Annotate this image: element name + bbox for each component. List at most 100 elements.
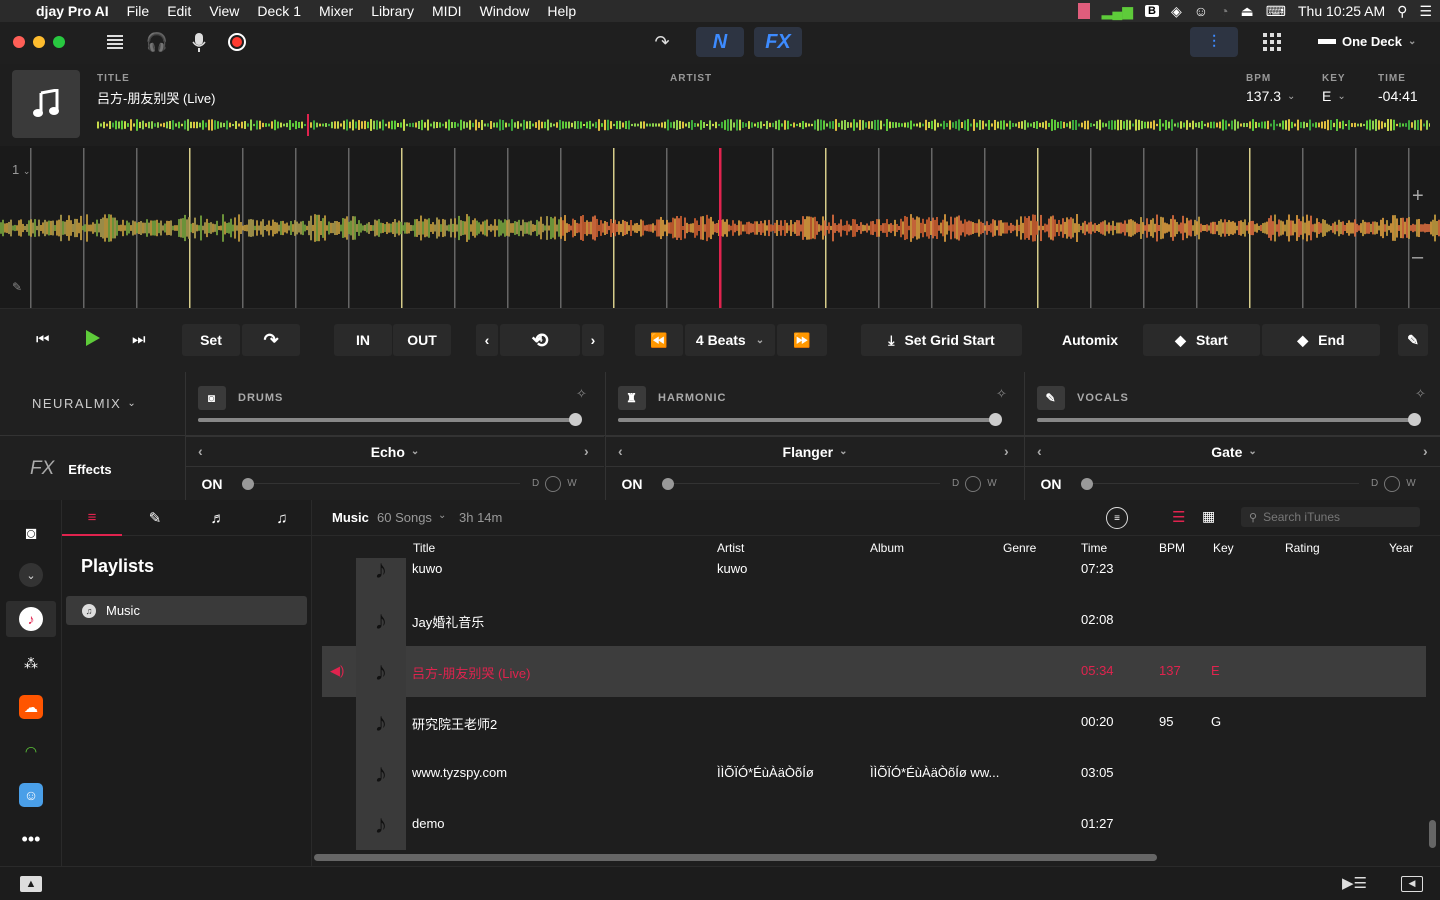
col-artist[interactable]: Artist xyxy=(717,541,744,555)
finder-icon[interactable]: ☺ xyxy=(19,783,43,807)
more-sources-icon[interactable]: ••• xyxy=(19,827,43,851)
dry-wet-knob-icon[interactable] xyxy=(1384,475,1401,492)
signal-bars-icon[interactable]: ▂▄▆ xyxy=(1102,3,1133,20)
stem-harmonic-icon[interactable]: ♜ xyxy=(618,386,646,410)
table-row[interactable]: ♪ Jay婚礼音乐 02:08 xyxy=(322,595,1426,646)
grid-view-icon[interactable] xyxy=(1262,32,1282,52)
headphones-icon[interactable]: 🎧 xyxy=(146,32,168,52)
song-count-selector[interactable]: 60 Songs ⌄ xyxy=(377,510,446,525)
loop-increase-button[interactable]: › xyxy=(582,324,604,356)
beat-jump-length-selector[interactable]: 4 Beats ⌄ xyxy=(685,324,775,356)
neuralmix-selector[interactable]: NEURALMIX ⌄ xyxy=(32,396,137,411)
vertical-scrollbar[interactable] xyxy=(1429,820,1436,848)
close-window-icon[interactable] xyxy=(13,36,25,48)
col-key[interactable]: Key xyxy=(1213,541,1234,555)
redo-icon[interactable]: ↷ xyxy=(650,32,674,52)
menubar-clock[interactable]: Thu 10:25 AM xyxy=(1298,3,1385,19)
menu-file[interactable]: File xyxy=(127,3,150,19)
menu-help[interactable]: Help xyxy=(547,3,576,19)
loop-toggle-button[interactable]: ⟲ 4 xyxy=(500,324,580,356)
stem-volume-knob[interactable] xyxy=(1408,413,1421,426)
microphone-icon[interactable] xyxy=(189,32,209,52)
queue-icon[interactable]: ▶☰ xyxy=(1342,874,1367,892)
main-waveform[interactable] xyxy=(0,146,1440,308)
playhead[interactable] xyxy=(719,148,722,308)
camera-icon[interactable]: ◙ xyxy=(19,521,43,545)
menu-mixer[interactable]: Mixer xyxy=(319,3,353,19)
fx-on-button[interactable]: ON xyxy=(192,476,232,492)
minimize-window-icon[interactable] xyxy=(33,36,45,48)
stem-volume-knob[interactable] xyxy=(569,413,582,426)
menu-window[interactable]: Window xyxy=(480,3,530,19)
status-flag-icon[interactable] xyxy=(1077,3,1090,19)
edit-pencil-button[interactable]: ✎ xyxy=(1398,324,1428,356)
menu-view[interactable]: View xyxy=(209,3,239,19)
menu-deck[interactable]: Deck 1 xyxy=(257,3,301,19)
beatport-icon[interactable]: ◠ xyxy=(19,739,43,763)
col-bpm[interactable]: BPM xyxy=(1159,541,1185,555)
b-app-icon[interactable]: B xyxy=(1145,5,1159,17)
tab-albums[interactable]: ♬ xyxy=(188,500,248,536)
neural-mix-n-button[interactable]: N xyxy=(696,27,744,57)
edit-grid-pencil-icon[interactable]: ✎ xyxy=(12,280,22,294)
overview-waveform[interactable] xyxy=(97,112,1430,138)
filter-icon[interactable]: ≡ xyxy=(1106,507,1128,529)
fx-name[interactable]: Gate xyxy=(1211,444,1242,460)
horizontal-scrollbar[interactable] xyxy=(314,854,1157,861)
table-row[interactable]: ◀) ♪ 吕方-朋友别哭 (Live) 05:34 137 E xyxy=(322,646,1426,697)
dry-wet-knob-icon[interactable] xyxy=(965,475,982,492)
playlist-item-music[interactable]: ♫ Music xyxy=(66,596,307,625)
loop-decrease-button[interactable]: ‹ xyxy=(476,324,498,356)
automix-start-button[interactable]: ◆ Start xyxy=(1143,324,1260,356)
col-genre[interactable]: Genre xyxy=(1003,541,1036,555)
menu-edit[interactable]: Edit xyxy=(167,3,191,19)
stem-volume-slider[interactable] xyxy=(1037,413,1421,426)
grid-toggle-icon[interactable]: ▦ xyxy=(1202,508,1215,525)
fx-next-icon[interactable]: › xyxy=(1004,443,1009,459)
stem-volume-slider[interactable] xyxy=(198,413,582,426)
automix-end-button[interactable]: ◆ End xyxy=(1262,324,1380,356)
menu-midi[interactable]: MIDI xyxy=(432,3,462,19)
stem-volume-slider[interactable] xyxy=(618,413,1002,426)
music-app-icon[interactable]: ♪ xyxy=(19,607,43,631)
waveform-view-button[interactable]: ⫶ xyxy=(1190,27,1238,57)
menu-app-name[interactable]: djay Pro AI xyxy=(36,3,109,19)
set-cue-button[interactable]: Set xyxy=(182,324,240,356)
fx-button[interactable]: FX xyxy=(754,27,802,57)
fx-name[interactable]: Echo xyxy=(371,444,405,460)
notification-center-icon[interactable]: ☰ xyxy=(1419,3,1432,20)
zoom-window-icon[interactable] xyxy=(53,36,65,48)
tab-genres[interactable]: ♫ xyxy=(252,500,312,536)
clock-icon[interactable]: ◔ xyxy=(1220,3,1228,19)
bpm-selector[interactable]: 137.3 ⌄ xyxy=(1246,88,1295,104)
key-selector[interactable]: E ⌄ xyxy=(1322,88,1346,104)
table-row[interactable]: ♪ kuwo kuwo 07:23 xyxy=(322,558,1426,595)
input-method-icon[interactable]: ⌨ xyxy=(1266,3,1286,20)
fx-on-button[interactable]: ON xyxy=(612,476,652,492)
zoom-out-icon[interactable]: – xyxy=(1412,246,1423,269)
col-year[interactable]: Year xyxy=(1389,541,1413,555)
loop-in-button[interactable]: IN xyxy=(334,324,392,356)
dry-wet-knob-icon[interactable] xyxy=(545,475,562,492)
fx-amount-knob[interactable] xyxy=(1081,477,1093,490)
eject-icon[interactable]: ⏏ xyxy=(1241,3,1254,20)
table-row[interactable]: ♪ www.tyzspy.com ÌÌÕÏÓ*ÉùÀäÒõÍø ÌÌÕÏÓ*Éù… xyxy=(322,748,1426,799)
table-row[interactable]: ♪ demo 01:27 xyxy=(322,799,1426,850)
play-button[interactable] xyxy=(84,328,104,350)
skip-back-icon[interactable]: ⏮ xyxy=(36,331,50,348)
tab-artists[interactable]: ✎ xyxy=(125,500,185,536)
col-title[interactable]: Title xyxy=(413,541,435,555)
mixer-layout-icon[interactable] xyxy=(104,32,126,52)
fx-name[interactable]: Flanger xyxy=(783,444,834,460)
col-rating[interactable]: Rating xyxy=(1285,541,1320,555)
cue-jump-button[interactable]: ↷ xyxy=(242,324,300,356)
beat-jump-back-button[interactable]: ⏪ xyxy=(635,324,683,356)
face-icon[interactable]: ☺ xyxy=(1194,3,1208,19)
stem-drums-icon[interactable]: ◙ xyxy=(198,386,226,410)
fx-prev-icon[interactable]: ‹ xyxy=(1037,443,1042,459)
fx-amount-slider[interactable] xyxy=(242,477,520,490)
deck-mode-selector[interactable]: One Deck ⌄ xyxy=(1318,34,1416,49)
fx-on-button[interactable]: ON xyxy=(1031,476,1071,492)
list-view-icon[interactable]: ☰ xyxy=(1172,508,1185,526)
deck-number[interactable]: 1 ⌄ xyxy=(12,162,30,177)
